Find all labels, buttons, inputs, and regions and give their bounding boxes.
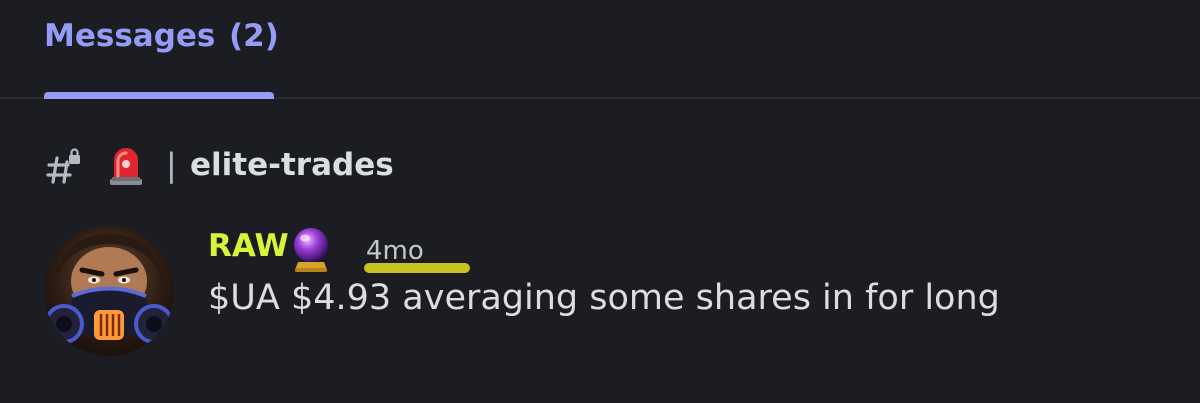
channel-header[interactable]: | elite-trades <box>44 142 644 190</box>
channel-separator: | <box>166 146 177 184</box>
tab-messages-label: Messages <box>44 18 216 54</box>
channel-name: elite-trades <box>190 147 394 183</box>
gas-mask-avatar-image <box>44 234 174 344</box>
timestamp-highlight-mark <box>364 263 470 273</box>
tab-messages-count: (2) <box>229 18 279 54</box>
message-item[interactable]: RAW 4mo $UA $4.93 averaging some shares … <box>44 222 1144 362</box>
tab-bar: Messages (2) <box>0 0 1200 99</box>
hash-lock-icon <box>46 148 80 184</box>
messages-panel: Messages (2) | elite-trades RAW 4mo $UA … <box>0 0 1200 403</box>
crystal-ball-icon <box>294 228 328 272</box>
active-tab-indicator <box>44 92 274 99</box>
message-timestamp[interactable]: 4mo <box>366 236 424 266</box>
author-name[interactable]: RAW <box>208 228 289 264</box>
message-content: $UA $4.93 averaging some shares in for l… <box>208 278 1000 318</box>
avatar[interactable] <box>44 226 174 356</box>
siren-icon <box>110 148 142 185</box>
